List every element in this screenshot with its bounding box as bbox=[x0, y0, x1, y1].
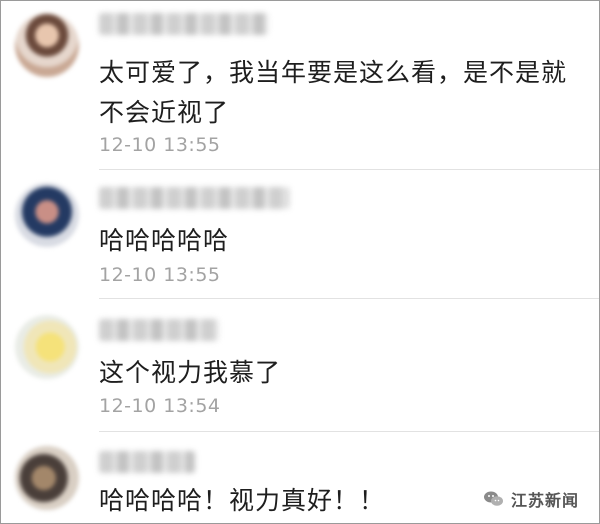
comment-text: 太可爱了，我当年要是这么看，是不是就不会近视了 bbox=[99, 58, 568, 127]
divider bbox=[99, 298, 599, 299]
username-blurred[interactable] bbox=[99, 13, 269, 35]
username-blurred[interactable] bbox=[99, 319, 219, 341]
avatar[interactable] bbox=[15, 13, 79, 77]
comment-text: 这个视力我慕了 bbox=[99, 358, 282, 387]
avatar[interactable] bbox=[15, 315, 79, 379]
username-blurred[interactable] bbox=[99, 451, 195, 473]
watermark: 江苏新闻 bbox=[483, 487, 579, 511]
comment-timestamp: 12-10 13:55 bbox=[99, 264, 221, 286]
watermark-text: 江苏新闻 bbox=[510, 491, 579, 510]
avatar[interactable] bbox=[15, 183, 79, 247]
comment-timestamp: 12-10 13:55 bbox=[99, 134, 221, 156]
divider bbox=[99, 169, 599, 170]
comment-timestamp: 12-10 13:54 bbox=[99, 395, 221, 417]
avatar[interactable] bbox=[15, 446, 79, 510]
comment-text: 哈哈哈哈哈 bbox=[99, 226, 230, 255]
comment-list: 太可爱了，我当年要是这么看，是不是就不会近视了 12-10 13:55 哈哈哈哈… bbox=[0, 0, 600, 524]
divider bbox=[99, 431, 599, 432]
wechat-icon bbox=[483, 490, 505, 508]
username-blurred[interactable] bbox=[99, 187, 289, 209]
